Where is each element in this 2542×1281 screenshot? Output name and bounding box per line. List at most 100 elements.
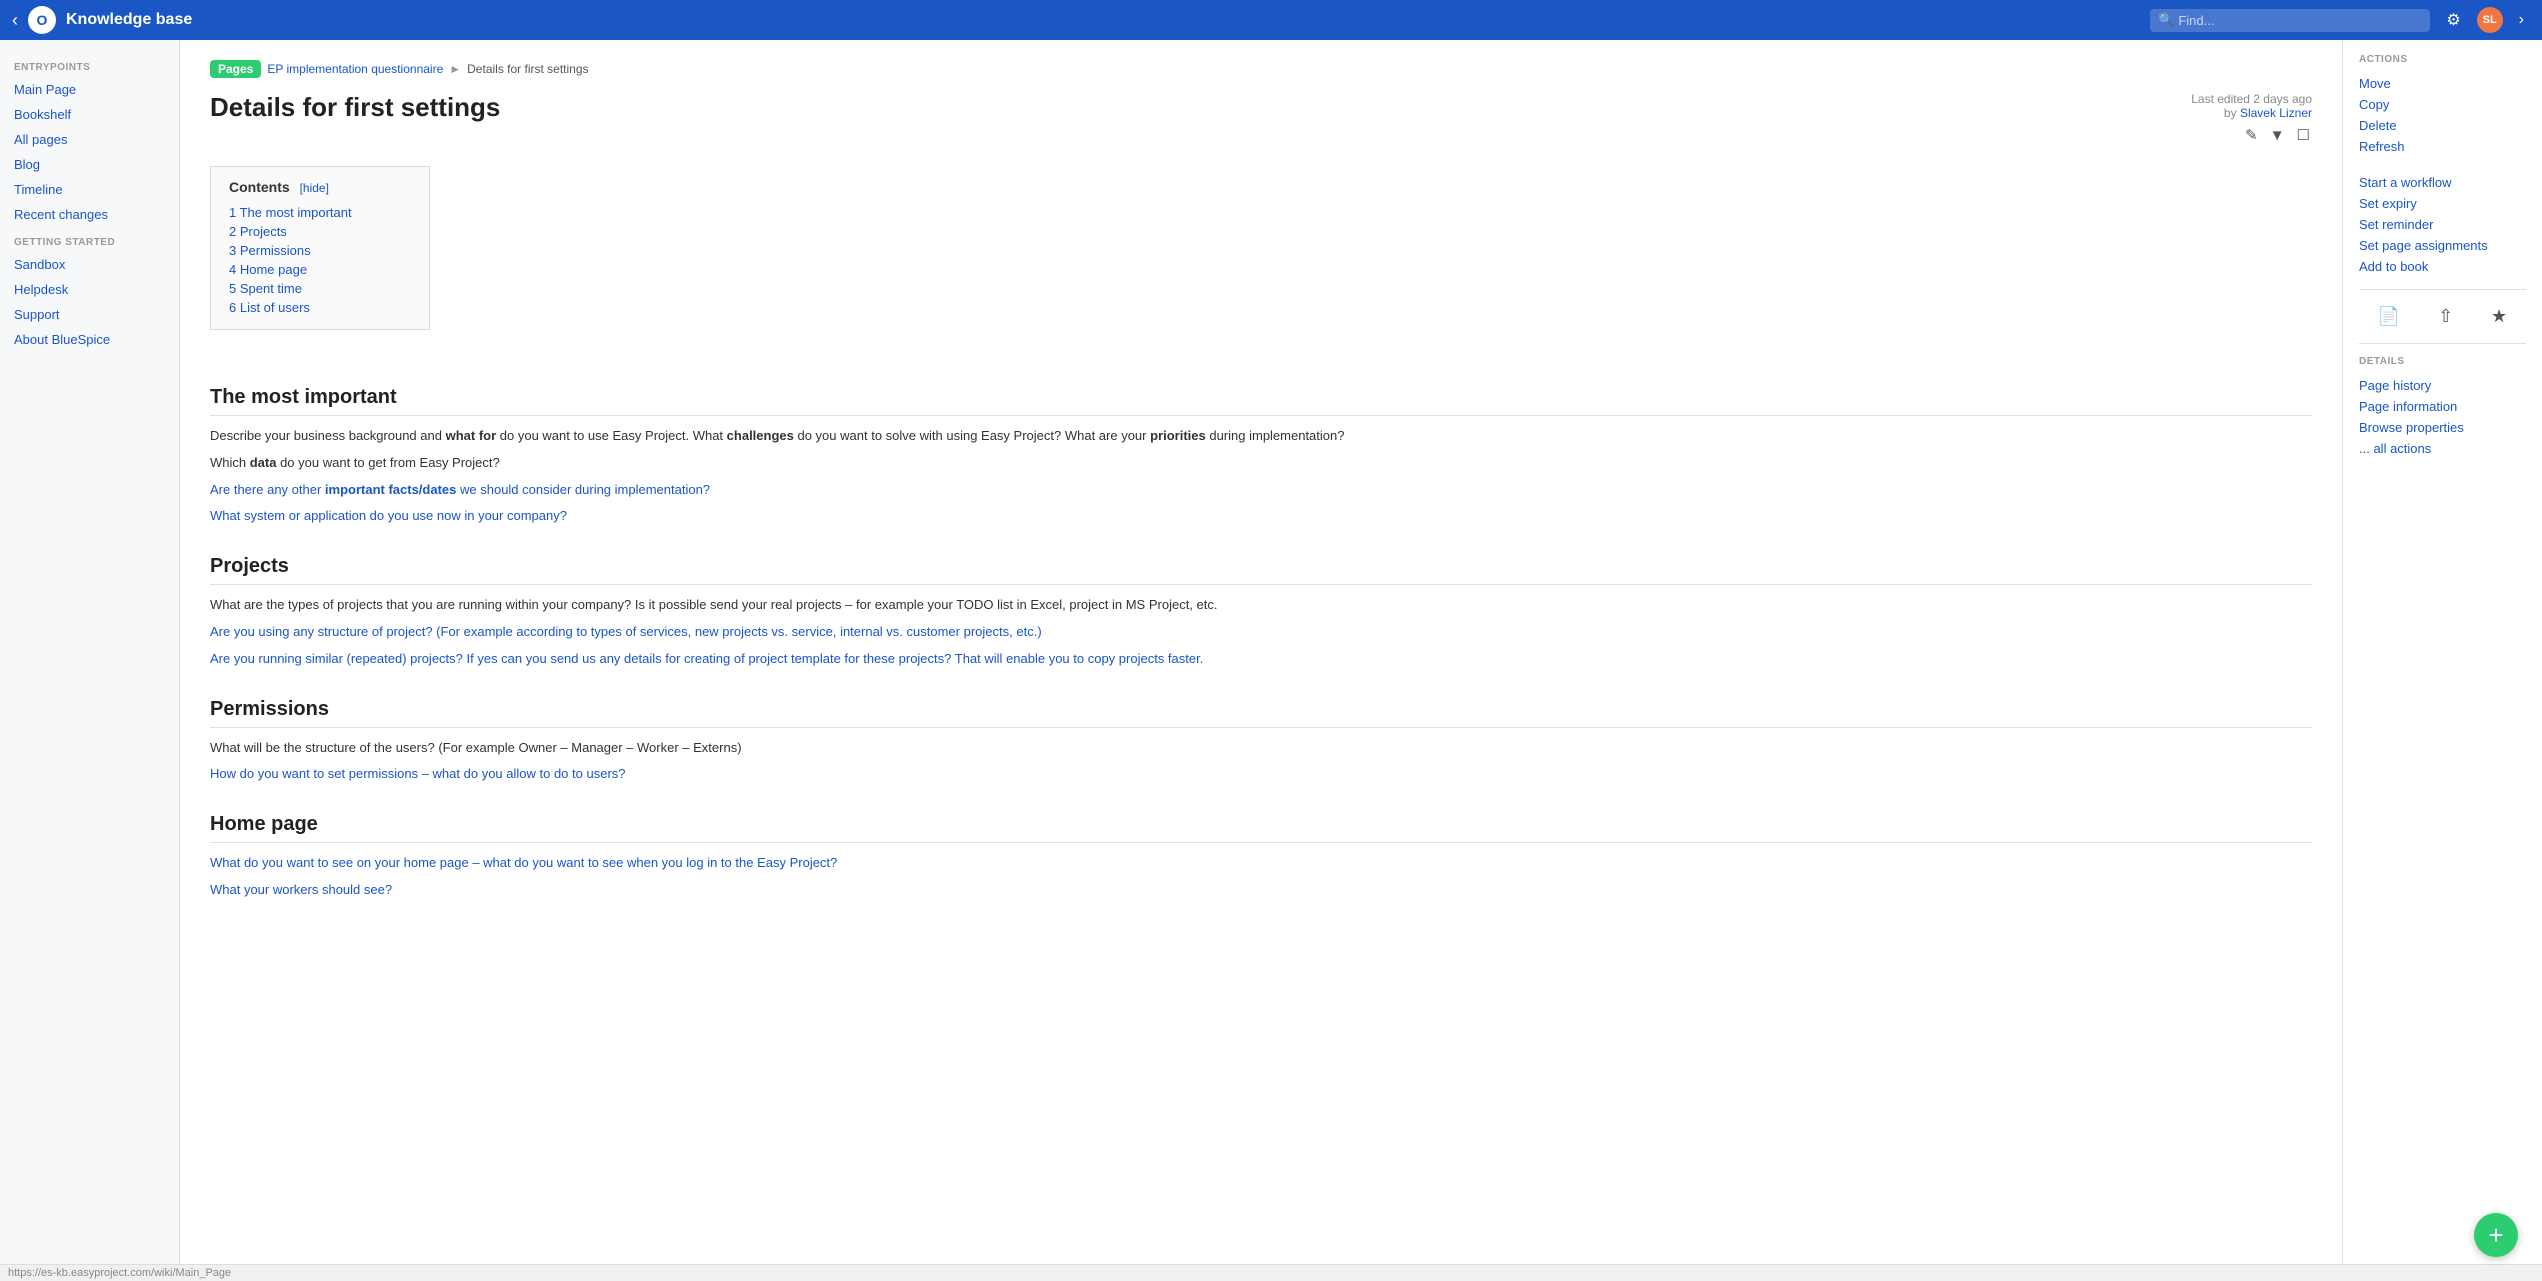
page-meta: Last edited 2 days ago by Slavek Lizner [2191, 92, 2312, 120]
entrypoints-label: ENTRYPOINTS [0, 52, 179, 77]
section-para-2-1: What are the types of projects that you … [210, 595, 2312, 616]
section-para-4-1: What do you want to see on your home pag… [210, 853, 2312, 874]
logo[interactable]: O [28, 6, 56, 34]
section-para-1-4: What system or application do you use no… [210, 506, 2312, 527]
section-para-3-1: What will be the structure of the users?… [210, 738, 2312, 759]
share-icon-btn[interactable]: ⇧ [2434, 302, 2457, 331]
search-wrap: 🔍 [2150, 9, 2430, 32]
sidebar-item-helpdesk[interactable]: Helpdesk [0, 277, 179, 302]
toc-item-3: 3 Permissions [229, 241, 411, 260]
right-panel: ACTIONS Move Copy Delete Refresh Start a… [2342, 40, 2542, 1264]
sidebar-item-timeline[interactable]: Timeline [0, 177, 179, 202]
breadcrumb: Pages EP implementation questionnaire ► … [210, 60, 2312, 78]
page-title: Details for first settings [210, 92, 500, 123]
page-meta-block: Last edited 2 days ago by Slavek Lizner … [2191, 92, 2312, 146]
toc-link-5[interactable]: 5 Spent time [229, 281, 302, 296]
toc-item-6: 6 List of users [229, 298, 411, 317]
action-add-to-book[interactable]: Add to book [2359, 256, 2526, 277]
author-name: Slavek Lizner [2240, 106, 2312, 120]
sidebar: ENTRYPOINTS Main Page Bookshelf All page… [0, 40, 180, 1264]
edit-button[interactable]: ✎ [2243, 124, 2260, 146]
section-heading-4: Home page [210, 813, 2312, 843]
toc-link-6[interactable]: 6 List of users [229, 300, 310, 315]
action-set-reminder[interactable]: Set reminder [2359, 214, 2526, 235]
toc-item-4: 4 Home page [229, 260, 411, 279]
sidebar-item-blog[interactable]: Blog [0, 152, 179, 177]
fab-add-button[interactable]: + [2474, 1213, 2518, 1257]
sidebar-item-mainpage[interactable]: Main Page [0, 77, 179, 102]
sidebar-item-bookshelf[interactable]: Bookshelf [0, 102, 179, 127]
action-refresh[interactable]: Refresh [2359, 136, 2526, 157]
toc-link-3[interactable]: 3 Permissions [229, 243, 311, 258]
action-move[interactable]: Move [2359, 73, 2526, 94]
doc-icon-btn[interactable]: 📄 [2374, 302, 2404, 331]
section-para-4-2: What your workers should see? [210, 880, 2312, 901]
avatar[interactable]: SL [2477, 7, 2503, 33]
detail-all-actions[interactable]: ... all actions [2359, 438, 2526, 459]
edit-chevron-button[interactable]: ▼ [2268, 125, 2287, 146]
toc-list: 1 The most important 2 Projects 3 Permis… [229, 203, 411, 317]
action-delete[interactable]: Delete [2359, 115, 2526, 136]
toc-item-2: 2 Projects [229, 222, 411, 241]
actions-label: ACTIONS [2359, 54, 2526, 65]
sidebar-item-allpages[interactable]: All pages [0, 127, 179, 152]
action-set-page-assignments[interactable]: Set page assignments [2359, 235, 2526, 256]
action-copy[interactable]: Copy [2359, 94, 2526, 115]
actions-divider [2359, 289, 2526, 290]
icon-row: 📄 ⇧ ★ [2359, 302, 2526, 331]
toc-item-5: 5 Spent time [229, 279, 411, 298]
topnav: ‹ O Knowledge base 🔍 ⚙ SL › [0, 0, 2542, 40]
last-edited-prefix: Last edited [2191, 92, 2250, 106]
toc-link-4[interactable]: 4 Home page [229, 262, 307, 277]
detail-page-history[interactable]: Page history [2359, 375, 2526, 396]
sidebar-item-sandbox[interactable]: Sandbox [0, 252, 179, 277]
breadcrumb-current: Details for first settings [467, 62, 588, 76]
copy-page-button[interactable]: ☐ [2295, 124, 2312, 146]
contents-box: Contents [hide] 1 The most important 2 P… [210, 166, 430, 330]
search-icon: 🔍 [2158, 12, 2174, 28]
settings-button[interactable]: ⚙ [2440, 8, 2466, 32]
details-label: DETAILS [2359, 356, 2526, 367]
getting-started-label: GETTING STARTED [0, 227, 179, 252]
section-para-1-2: Which data do you want to get from Easy … [210, 453, 2312, 474]
details-divider [2359, 343, 2526, 344]
star-icon-btn[interactable]: ★ [2487, 302, 2511, 331]
section-heading-3: Permissions [210, 698, 2312, 728]
section-para-1-1: Describe your business background and wh… [210, 426, 2312, 447]
topnav-right: 🔍 ⚙ SL › [2150, 7, 2530, 33]
section-heading-1: The most important [210, 386, 2312, 416]
breadcrumb-pages-badge[interactable]: Pages [210, 60, 261, 78]
page-header: Details for first settings Last edited 2… [210, 92, 2312, 146]
detail-page-information[interactable]: Page information [2359, 396, 2526, 417]
topnav-left: ‹ O Knowledge base [12, 6, 192, 34]
sidebar-item-aboutbluespice[interactable]: About BlueSpice [0, 327, 179, 352]
main-layout: ENTRYPOINTS Main Page Bookshelf All page… [0, 40, 2542, 1264]
sidebar-item-recentchanges[interactable]: Recent changes [0, 202, 179, 227]
toc-link-2[interactable]: 2 Projects [229, 224, 287, 239]
page-meta-actions: ✎ ▼ ☐ [2191, 124, 2312, 146]
toc-item-1: 1 The most important [229, 203, 411, 222]
detail-browse-properties[interactable]: Browse properties [2359, 417, 2526, 438]
expand-icon[interactable]: › [2513, 9, 2530, 31]
section-heading-2: Projects [210, 555, 2312, 585]
time-ago: 2 days ago [2253, 92, 2312, 106]
section-para-3-2: How do you want to set permissions – wha… [210, 764, 2312, 785]
back-icon[interactable]: ‹ [12, 10, 18, 31]
app-title: Knowledge base [66, 11, 192, 29]
toc-link-1[interactable]: 1 The most important [229, 205, 352, 220]
contents-title: Contents [hide] [229, 179, 411, 195]
search-input[interactable] [2150, 9, 2430, 32]
hide-toc-link[interactable]: [hide] [300, 181, 329, 195]
status-bar: https://es-kb.easyproject.com/wiki/Main_… [0, 1264, 2542, 1281]
section-para-1-3: Are there any other important facts/date… [210, 480, 2312, 501]
sidebar-item-support[interactable]: Support [0, 302, 179, 327]
action-start-workflow[interactable]: Start a workflow [2359, 172, 2526, 193]
section-para-2-2: Are you using any structure of project? … [210, 622, 2312, 643]
status-url: https://es-kb.easyproject.com/wiki/Main_… [8, 1267, 231, 1279]
content-area: Pages EP implementation questionnaire ► … [180, 40, 2342, 1264]
section-para-2-3: Are you running similar (repeated) proje… [210, 649, 2312, 670]
breadcrumb-parent[interactable]: EP implementation questionnaire [267, 62, 443, 76]
fab-plus-icon: + [2488, 1220, 2503, 1251]
action-set-expiry[interactable]: Set expiry [2359, 193, 2526, 214]
breadcrumb-sep: ► [449, 62, 461, 76]
